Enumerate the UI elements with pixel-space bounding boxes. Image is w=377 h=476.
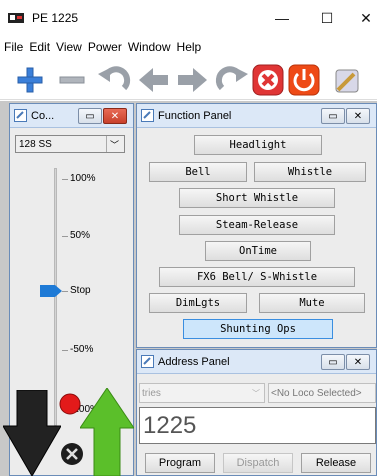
menu-power[interactable]: Power: [86, 40, 124, 54]
toolbar: [0, 58, 377, 100]
speed-steps-value: 128 SS: [19, 138, 52, 150]
speed-steps-select[interactable]: 128 SS ﹀: [15, 135, 125, 153]
function-button-bell[interactable]: Bell: [149, 162, 247, 182]
back-arrow-icon[interactable]: [136, 62, 172, 98]
function-panel-minimize-button[interactable]: ▭: [321, 108, 345, 124]
function-panel-title: Function Panel: [158, 109, 232, 122]
address-panel-window: Address Panel ▭ ✕ tries ﹀ <No Loco Selec…: [136, 349, 377, 476]
menu-bar: File Edit View Power Window Help: [0, 38, 205, 56]
dispatch-button[interactable]: Dispatch: [223, 453, 293, 473]
chevron-down-icon: ﹀: [252, 389, 260, 398]
forward-arrow-green-icon[interactable]: [80, 388, 134, 476]
frame-icon: [14, 109, 27, 122]
tick-mark: [62, 179, 68, 180]
function-panel-window: Function Panel ▭ ✕ Headlight Bell Whistl…: [136, 103, 377, 348]
loco-placeholder: <No Loco Selected>: [271, 387, 362, 399]
address-panel-minimize-button[interactable]: ▭: [321, 354, 345, 370]
direction-controls: [0, 380, 135, 476]
title-bar: PE 1225 — ☐ ✕: [0, 0, 377, 36]
tick-mark: [62, 350, 68, 351]
function-panel-close-button[interactable]: ✕: [346, 108, 370, 124]
menu-window[interactable]: Window: [126, 40, 173, 54]
reverse-arrow-icon[interactable]: [3, 390, 61, 476]
forward-arrow-icon[interactable]: [174, 62, 210, 98]
remove-icon[interactable]: [54, 62, 90, 98]
edit-icon[interactable]: [328, 62, 364, 98]
add-icon[interactable]: [12, 62, 48, 98]
function-panel-title-bar[interactable]: Function Panel ▭ ✕: [137, 104, 376, 128]
program-button[interactable]: Program: [145, 453, 215, 473]
loco-select[interactable]: <No Loco Selected>: [268, 383, 376, 403]
function-button-steam-release[interactable]: Steam-Release: [179, 215, 335, 235]
menu-help[interactable]: Help: [175, 40, 204, 54]
address-panel-title: Address Panel: [158, 355, 230, 368]
function-button-headlight[interactable]: Headlight: [194, 135, 322, 155]
throttle-title: Co...: [31, 109, 55, 122]
roster-select[interactable]: tries ﹀: [139, 383, 265, 403]
function-button-whistle[interactable]: Whistle: [254, 162, 366, 182]
chevron-down-icon: ﹀: [106, 136, 122, 152]
close-button[interactable]: ✕: [346, 6, 377, 30]
throttle-title-bar[interactable]: Co... ▭ ✕: [10, 104, 133, 128]
throttle-close-button[interactable]: ✕: [103, 108, 127, 124]
address-panel-title-bar[interactable]: Address Panel ▭ ✕: [137, 350, 376, 374]
release-button[interactable]: Release: [301, 453, 371, 473]
stop-light-icon[interactable]: [58, 392, 82, 416]
address-input[interactable]: 1225: [139, 407, 376, 444]
function-button-short-whistle[interactable]: Short Whistle: [179, 188, 335, 208]
power-icon[interactable]: [286, 62, 322, 98]
menu-file[interactable]: File: [2, 40, 25, 54]
tick-label: 100%: [70, 173, 96, 184]
function-button-fx6-bell[interactable]: FX6 Bell/ S-Whistle: [159, 267, 355, 287]
app-icon: [8, 13, 24, 23]
undo-icon[interactable]: [96, 62, 132, 98]
tick-label: -50%: [70, 344, 94, 355]
frame-icon: [141, 355, 154, 368]
menu-edit[interactable]: Edit: [27, 40, 52, 54]
stop-icon[interactable]: [250, 62, 286, 98]
tick-mark: [62, 236, 68, 237]
window-title: PE 1225: [32, 11, 79, 25]
function-button-ontime[interactable]: OnTime: [205, 241, 311, 261]
maximize-button[interactable]: ☐: [307, 6, 347, 30]
function-button-shunting-ops[interactable]: Shunting Ops: [183, 319, 333, 339]
speed-slider-thumb[interactable]: [40, 285, 62, 297]
tick-label: Stop: [70, 285, 91, 296]
throttle-minimize-button[interactable]: ▭: [78, 108, 102, 124]
function-button-dimlgts[interactable]: DimLgts: [149, 293, 247, 313]
address-value: 1225: [143, 411, 197, 439]
menu-view[interactable]: View: [54, 40, 84, 54]
frame-icon: [141, 109, 154, 122]
roster-value: tries: [142, 387, 161, 399]
minimize-button[interactable]: —: [262, 6, 302, 30]
tick-label: 50%: [70, 230, 91, 241]
redo-icon[interactable]: [214, 62, 250, 98]
tick-mark: [62, 291, 68, 292]
function-button-mute[interactable]: Mute: [259, 293, 365, 313]
address-panel-close-button[interactable]: ✕: [346, 354, 370, 370]
